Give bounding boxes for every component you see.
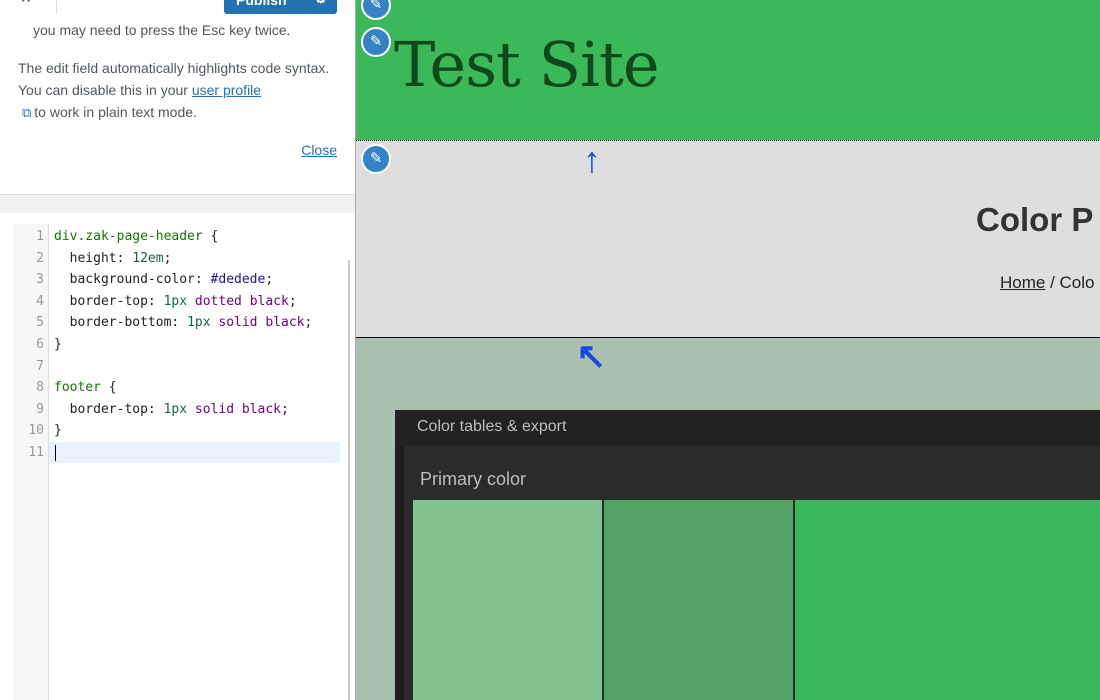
line-number: 8 <box>36 380 44 396</box>
line-number: 6 <box>36 337 44 352</box>
customizer-sidebar: ✕ Publish ⚙ you may need to press the Es… <box>0 0 355 700</box>
text-cursor <box>55 445 56 461</box>
code-line: footer { <box>54 380 117 396</box>
css-code-editor[interactable]: 1 div.zak-page-header { 2 height: 12em; 3 b… <box>14 224 348 700</box>
code-editor-help: you may need to press the Esc key twice.… <box>0 14 355 194</box>
up-left-arrow-annotation-icon: ↖ <box>576 335 607 376</box>
breadcrumb: Home / Colo <box>1000 273 1095 293</box>
breadcrumb-current: Colo <box>1059 273 1095 292</box>
customizer-header: ✕ Publish ⚙ <box>0 0 355 15</box>
line-number: 5 <box>36 315 44 331</box>
code-line: border-top: 1px dotted black; <box>54 293 297 309</box>
page-title: Color P <box>976 201 1094 238</box>
breadcrumb-home-link[interactable]: Home <box>1000 273 1045 292</box>
code-line: border-bottom: 1px solid black; <box>54 315 313 331</box>
code-line: height: 12em; <box>54 250 172 266</box>
panel-title: Color tables & export <box>417 418 567 435</box>
line-number: 11 <box>28 445 44 460</box>
primary-color-label: Primary color <box>420 469 527 489</box>
panel-header: Color tables & export <box>395 410 1100 446</box>
close-icon[interactable]: ✕ <box>20 0 32 7</box>
site-header: Test Site <box>356 0 1100 140</box>
help-text-post: to work in plain text mode. <box>34 104 197 120</box>
code-line: } <box>54 423 62 439</box>
breadcrumb-separator: / <box>1045 273 1060 292</box>
publish-label: Publish <box>236 0 287 8</box>
help-text-syntax: The edit field automatically highlights … <box>18 57 343 124</box>
editor-scrollbar[interactable] <box>348 260 350 700</box>
code-line: } <box>54 337 62 352</box>
line-number: 9 <box>36 401 44 417</box>
divider <box>0 194 355 213</box>
help-text-esc: you may need to press the Esc key twice. <box>33 22 291 38</box>
line-number: 10 <box>28 423 44 439</box>
active-line-highlight <box>49 442 340 463</box>
color-swatch-mid <box>604 500 793 700</box>
publish-button[interactable]: Publish ⚙ <box>224 0 337 14</box>
site-preview: Test Site Color P Home / Colo ✎ ✎ ✎ ↑ ↖ … <box>355 0 1100 700</box>
gear-icon[interactable]: ⚙ <box>314 0 327 7</box>
code-line: background-color: #dedede; <box>54 272 274 288</box>
up-arrow-annotation-icon: ↑ <box>583 139 601 180</box>
line-number: 1 <box>36 229 44 244</box>
line-number: 3 <box>36 272 44 288</box>
color-tables-panel: Color tables & export Primary color <box>395 410 1100 700</box>
panel-body: Primary color <box>404 446 1100 700</box>
code-line: border-top: 1px solid black; <box>54 401 289 417</box>
page-header: Color P Home / Colo <box>356 140 1100 338</box>
close-help-link[interactable]: Close <box>301 142 337 158</box>
line-number: 7 <box>36 358 44 374</box>
external-link-icon: ⧉ <box>22 105 32 120</box>
code-line: div.zak-page-header { <box>54 229 219 244</box>
color-swatch-primary <box>795 500 1100 700</box>
line-number: 4 <box>36 293 44 309</box>
color-swatch-light <box>413 500 602 700</box>
line-number: 2 <box>36 250 44 266</box>
site-title[interactable]: Test Site <box>394 28 660 101</box>
edit-site-title-pencil-icon[interactable]: ✎ <box>361 27 391 57</box>
help-text-pre: The edit field automatically highlights … <box>18 60 330 98</box>
back-button[interactable]: ✕ <box>0 0 57 14</box>
edit-page-header-pencil-icon[interactable]: ✎ <box>361 144 391 174</box>
user-profile-link[interactable]: user profile <box>192 82 261 98</box>
